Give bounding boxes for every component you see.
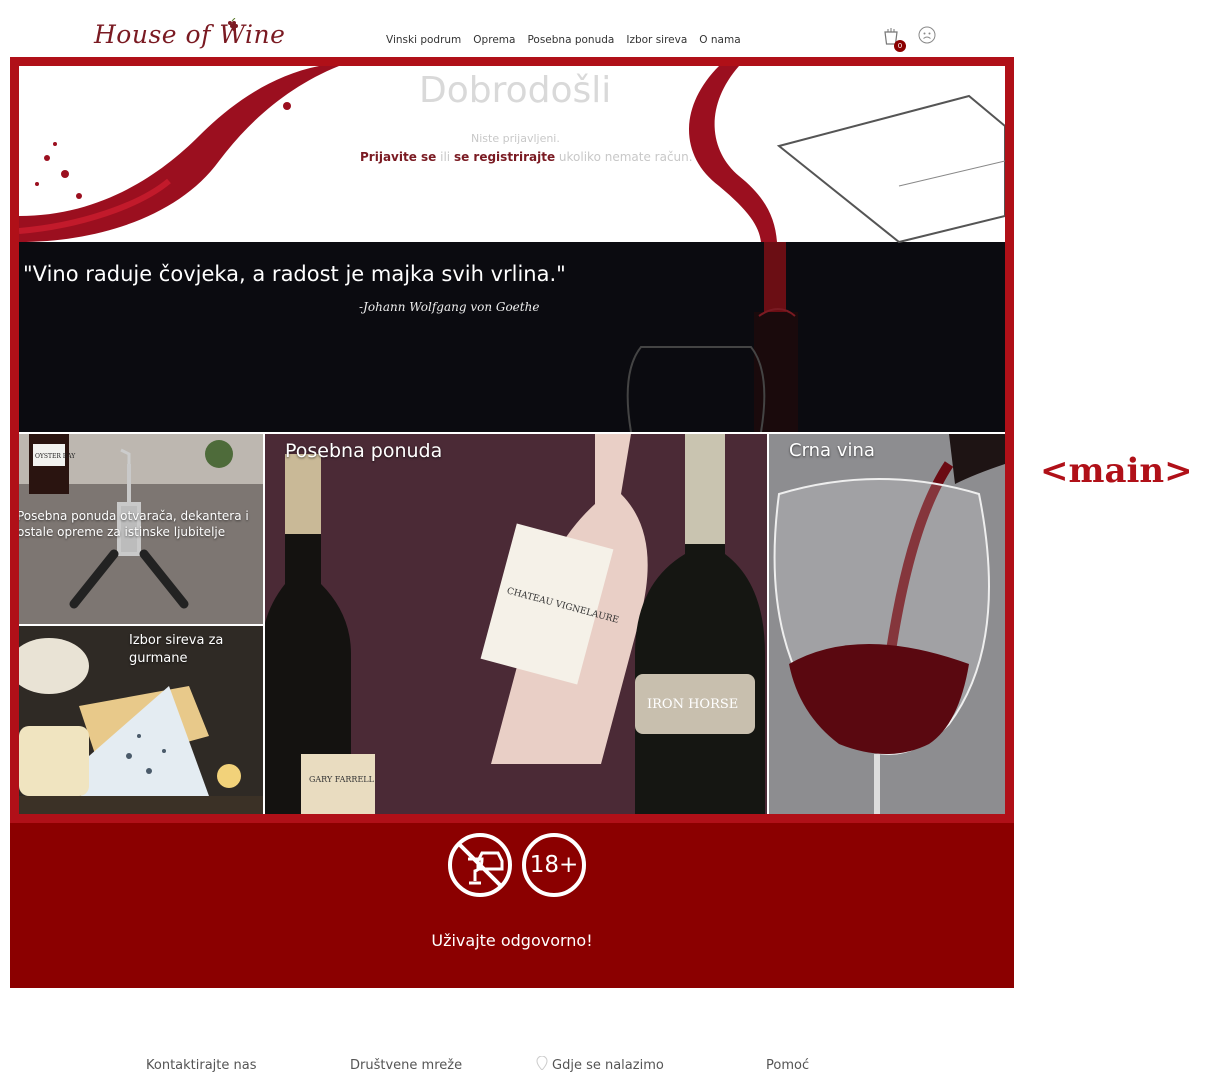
footer-contact-link[interactable]: Kontaktirajte nas	[146, 1058, 257, 1073]
tile-special-offer-label: Posebna ponuda	[285, 440, 443, 462]
enjoy-responsibly-text: Uživajte odgovorno!	[431, 931, 593, 950]
nav-posebna-ponuda[interactable]: Posebna ponuda	[527, 34, 614, 46]
nav-izbor-sireva[interactable]: Izbor sireva	[626, 34, 687, 46]
tile-special-offer[interactable]: GARY FARRELL CHATEAU VIGNELAURE IRON HOR…	[265, 434, 767, 814]
main-element-annotation: <main>	[1040, 451, 1193, 491]
no-account-text: ukoliko nemate račun.	[555, 150, 693, 164]
wine-splash-image	[19, 66, 1005, 432]
red-wine-glass-image	[769, 434, 1005, 814]
bottle-label-oyster-bay: OYSTER BAY	[35, 453, 76, 460]
welcome-title: Dobrodošli	[419, 70, 612, 111]
main-content: Dobrodošli Niste prijavljeni. Prijavite …	[10, 57, 1014, 823]
responsible-icons: 18+	[446, 831, 588, 899]
footer-help-link[interactable]: Pomoć	[766, 1058, 809, 1073]
or-text: ili	[436, 150, 454, 164]
header-icons: 0	[882, 26, 936, 52]
user-icon[interactable]	[918, 26, 936, 44]
tile-red-wines[interactable]: Crna vina	[769, 434, 1005, 814]
responsible-drinking-banner: 18+ Uživajte odgovorno!	[10, 823, 1014, 988]
tile-cheese[interactable]: Izbor sireva za gurmane	[19, 626, 263, 814]
cart-button[interactable]: 0	[882, 26, 906, 52]
footer-social-link[interactable]: Društvene mreže	[350, 1058, 462, 1073]
tile-red-wines-label: Crna vina	[789, 440, 875, 461]
login-link[interactable]: Prijavite se	[360, 150, 436, 164]
site-logo[interactable]: House of Wine	[94, 20, 285, 49]
hero-section: Dobrodošli Niste prijavljeni. Prijavite …	[19, 66, 1005, 432]
footer-location-link[interactable]: Gdje se nalazimo	[552, 1058, 664, 1073]
nav-oprema[interactable]: Oprema	[473, 34, 515, 46]
age-limit-text: 18+	[529, 852, 579, 878]
tile-cheese-label: Izbor sireva za gurmane	[129, 633, 224, 666]
not-logged-text: Niste prijavljeni.	[471, 132, 560, 145]
nav-vinski-podrum[interactable]: Vinski podrum	[386, 34, 461, 46]
nav-o-nama[interactable]: O nama	[699, 34, 740, 46]
bottle-label-gary-farrell: GARY FARRELL	[309, 775, 375, 784]
cart-count-badge: 0	[894, 40, 906, 52]
site-header: House of Wine Vinski podrum Oprema Poseb…	[10, 10, 1014, 58]
grapes-icon	[228, 18, 238, 31]
main-nav: Vinski podrum Oprema Posebna ponuda Izbo…	[386, 34, 741, 46]
location-pin-icon	[536, 1056, 548, 1070]
tile-openers[interactable]: OYSTER BAY Posebna ponuda otvarača, deka…	[19, 434, 263, 624]
login-prompt: Prijavite se ili se registrirajte ukolik…	[360, 150, 693, 164]
wine-bottles-image: GARY FARRELL CHATEAU VIGNELAURE IRON HOR…	[265, 434, 767, 814]
register-link[interactable]: se registrirajte	[454, 150, 555, 164]
site-footer: Kontaktirajte nas Društvene mreže Gdje s…	[10, 1056, 1014, 1074]
tile-openers-label: Posebna ponuda otvarača, dekantera i ost…	[19, 509, 249, 539]
no-drink-driving-icon	[448, 833, 512, 897]
age-limit-icon: 18+	[520, 831, 588, 899]
goethe-quote: "Vino raduje čovjeka, a radost je majka …	[23, 262, 566, 286]
bottle-label-iron-horse: IRON HORSE	[647, 697, 738, 712]
quote-author: -Johann Wolfgang von Goethe	[359, 300, 540, 314]
